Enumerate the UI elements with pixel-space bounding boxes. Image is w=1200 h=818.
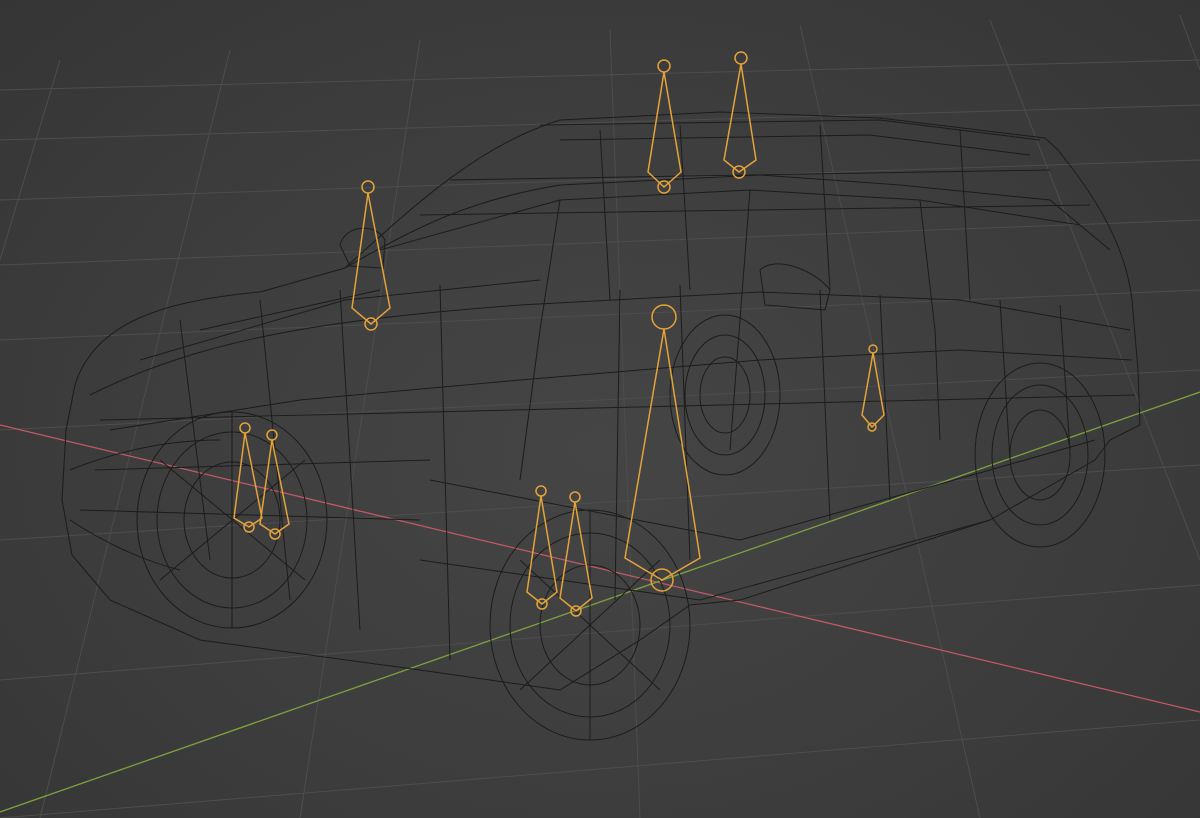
viewport-canvas[interactable] (0, 0, 1200, 818)
roof-bone-front[interactable] (647, 59, 682, 194)
mid-front-wheel[interactable] (489, 509, 691, 741)
3d-viewport[interactable] (0, 0, 1200, 818)
body-bone[interactable] (624, 304, 701, 592)
rear-wheel-right[interactable] (974, 362, 1106, 548)
y-axis-line (0, 391, 1200, 813)
car-mesh-wireframe[interactable] (61, 111, 1141, 691)
x-axis-line (0, 424, 1200, 713)
rear-bone[interactable] (861, 344, 885, 432)
